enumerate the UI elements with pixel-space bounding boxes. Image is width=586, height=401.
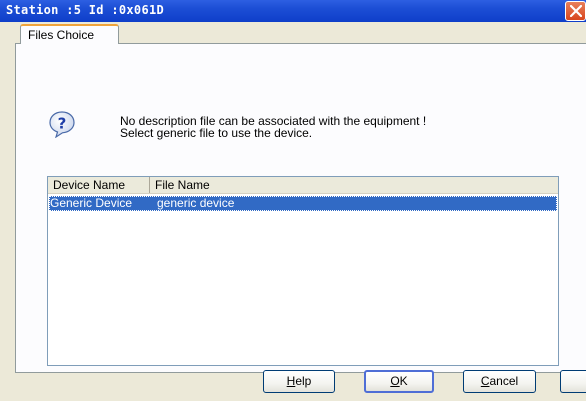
tab-files-choice[interactable]: Files Choice xyxy=(20,24,119,44)
close-icon xyxy=(570,5,582,17)
cancel-label-rest: ancel xyxy=(489,374,519,388)
svg-text:?: ? xyxy=(58,115,67,133)
message-line-2: Select generic file to use the device. xyxy=(120,126,313,140)
partial-button[interactable] xyxy=(560,370,586,393)
cancel-button[interactable]: Cancel xyxy=(463,370,536,393)
ok-button[interactable]: OK xyxy=(364,370,434,393)
ok-label-rest: K xyxy=(399,374,408,388)
help-label-rest: elp xyxy=(295,374,312,388)
close-button[interactable] xyxy=(565,1,586,21)
list-row-selected[interactable]: Generic Device generic device xyxy=(49,196,557,211)
column-header-device-name[interactable]: Device Name xyxy=(48,177,150,193)
file-list[interactable]: Device Name File Name Generic Device gen… xyxy=(47,176,559,366)
list-header: Device Name File Name xyxy=(48,177,558,194)
cell-file-name: generic device xyxy=(157,196,235,210)
ok-mnemonic: O xyxy=(390,374,400,388)
dialog-window: Station :5 Id :0x061D Files Choice ? No … xyxy=(0,0,586,401)
question-icon: ? xyxy=(49,111,75,138)
cell-device-name: Generic Device xyxy=(50,196,133,210)
title-bar[interactable]: Station :5 Id :0x061D xyxy=(0,0,586,22)
help-button[interactable]: Help xyxy=(263,370,335,393)
window-title: Station :5 Id :0x061D xyxy=(6,3,165,17)
column-header-file-name[interactable]: File Name xyxy=(150,177,558,193)
